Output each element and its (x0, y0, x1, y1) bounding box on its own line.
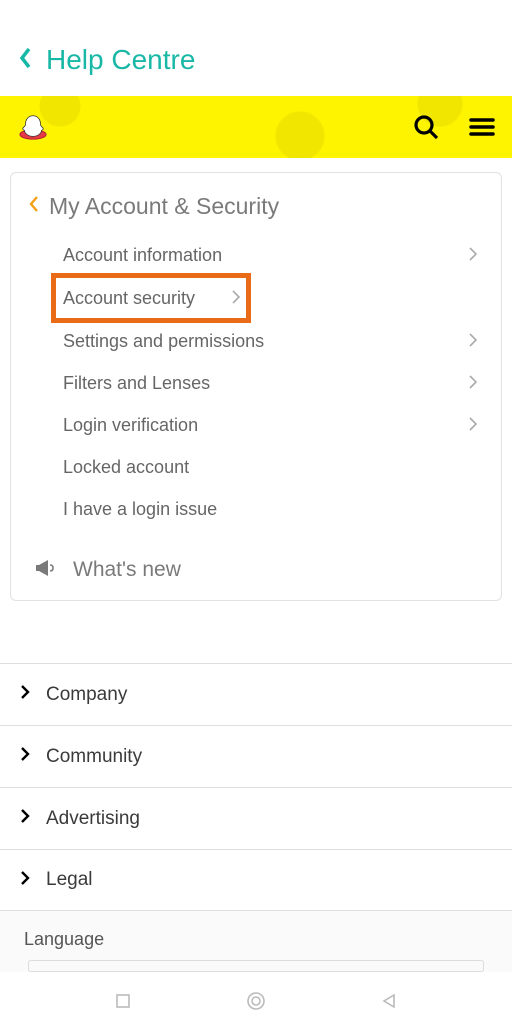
footer-item-label: Advertising (46, 808, 140, 830)
ghost-logo-icon[interactable] (18, 112, 48, 142)
footer-item-advertising[interactable]: Advertising (0, 787, 512, 849)
chevron-right-icon (469, 375, 483, 392)
nav-header: Help Centre (0, 24, 512, 96)
page-title: Help Centre (46, 44, 195, 76)
footer-item-label: Community (46, 746, 142, 768)
chevron-right-icon (469, 247, 483, 264)
language-select[interactable] (28, 960, 484, 972)
chevron-right-icon (469, 417, 483, 434)
menu-item-label: I have a login issue (63, 499, 483, 520)
footer-nav: Company Community Advertising Legal (0, 663, 512, 911)
menu-item-label: Filters and Lenses (63, 373, 469, 394)
chevron-right-icon (20, 870, 30, 891)
menu-item-label: Account information (63, 245, 469, 266)
chevron-right-icon (469, 333, 483, 350)
whats-new-label: What's new (73, 558, 181, 582)
menu-item-filters-and-lenses[interactable]: Filters and Lenses (63, 362, 483, 404)
os-nav-bar (0, 982, 512, 1024)
footer-item-community[interactable]: Community (0, 725, 512, 787)
menu-item-account-security[interactable]: Account security (51, 273, 251, 323)
os-home-icon[interactable] (246, 991, 266, 1016)
chevron-right-icon (232, 290, 246, 307)
menu-item-login-verification[interactable]: Login verification (63, 404, 483, 446)
footer-item-label: Company (46, 684, 127, 706)
language-section: Language (0, 910, 512, 972)
menu-item-label: Settings and permissions (63, 331, 469, 352)
footer-item-label: Legal (46, 869, 93, 891)
category-card: My Account & Security Account informatio… (10, 172, 502, 601)
language-label: Language (24, 929, 488, 950)
menu-item-locked-account[interactable]: Locked account (63, 446, 483, 488)
footer-item-legal[interactable]: Legal (0, 849, 512, 911)
os-recent-icon[interactable] (115, 993, 131, 1014)
os-back-icon[interactable] (381, 993, 397, 1014)
footer-item-company[interactable]: Company (0, 663, 512, 725)
chevron-right-icon (20, 746, 30, 767)
back-icon[interactable] (18, 46, 32, 75)
card-back-icon[interactable] (29, 195, 39, 218)
search-icon[interactable] (412, 113, 440, 141)
menu-list: Account information Account security Setti… (29, 234, 483, 530)
card-title: My Account & Security (49, 193, 279, 220)
status-bar (0, 0, 512, 24)
megaphone-icon (35, 559, 55, 582)
menu-icon[interactable] (468, 113, 496, 141)
menu-item-account-information[interactable]: Account information (63, 234, 483, 276)
chevron-right-icon (20, 808, 30, 829)
menu-item-label: Account security (63, 288, 232, 309)
menu-item-label: Login verification (63, 415, 469, 436)
card-header[interactable]: My Account & Security (29, 193, 483, 220)
menu-item-settings-and-permissions[interactable]: Settings and permissions (63, 320, 483, 362)
menu-item-i-have-a-login-issue[interactable]: I have a login issue (63, 488, 483, 530)
whats-new-row[interactable]: What's new (29, 558, 483, 582)
chevron-right-icon (20, 684, 30, 705)
menu-item-label: Locked account (63, 457, 483, 478)
brand-bar (0, 96, 512, 158)
